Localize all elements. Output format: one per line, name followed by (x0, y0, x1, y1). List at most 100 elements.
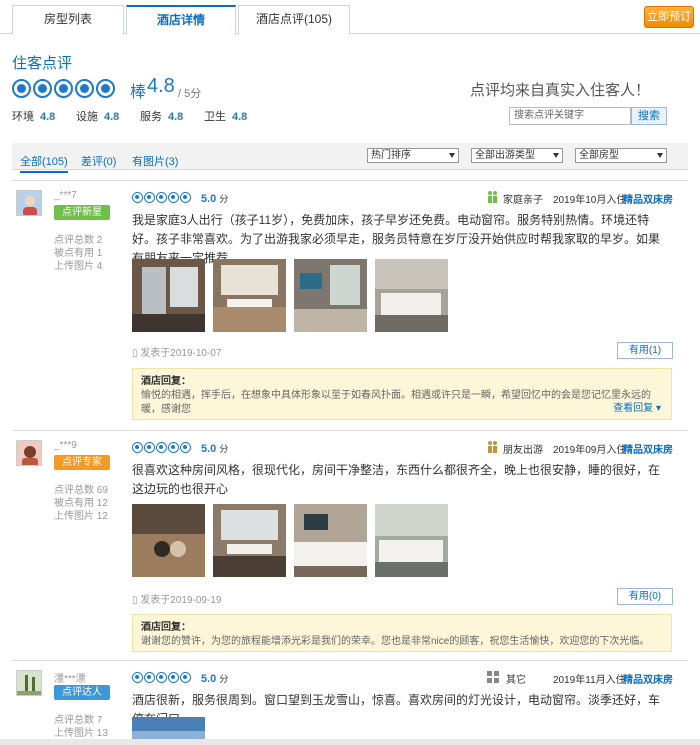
review-photo[interactable] (375, 259, 448, 332)
review-score: 5.0 分 (201, 673, 229, 685)
rating-circle-icon (96, 79, 115, 98)
avatar (16, 440, 42, 466)
stay-date: 2019年11月入住 (553, 675, 626, 686)
room-type-select[interactable]: 全部房型 (575, 148, 667, 163)
review-photo[interactable] (132, 259, 205, 332)
chevron-down-icon (553, 153, 559, 158)
trip-type: 朋友出游 (503, 445, 543, 456)
filter-tab-photos[interactable]: 有图片(3) (132, 153, 178, 169)
rating-circles (12, 79, 117, 99)
user-stats: 点评总数 7 上传图片 13 (54, 715, 108, 739)
rating-circle-icon (168, 442, 179, 453)
other-icon (487, 671, 499, 683)
rating-circle-icon (168, 672, 179, 683)
username: 漂***漂 (54, 674, 86, 685)
rating-circle-icon (180, 192, 191, 203)
review-photo[interactable] (375, 504, 448, 577)
tab-hotel-reviews[interactable]: 酒店点评(105) (238, 5, 350, 34)
sort-select[interactable]: 热门排序 (367, 148, 459, 163)
mobile-icon: ▯ (132, 348, 138, 359)
review-photo[interactable] (294, 259, 367, 332)
trip-type: 其它 (506, 675, 526, 686)
review-rating-circles (132, 442, 192, 455)
rating-circle-icon (144, 192, 155, 203)
review-search-input[interactable]: 搜索点评关键字 (509, 107, 631, 125)
review-content: 很喜欢这种房间风格，很现代化，房间干净整洁，东西什么都很齐全，晚上也很安静，睡的… (132, 463, 661, 496)
mobile-icon: ▯ (132, 595, 138, 606)
review-photo[interactable] (132, 717, 205, 740)
avatar (16, 190, 42, 216)
hotel-reply: 酒店回复： 谢谢您的赞许，为您的旅程能增添光彩是我们的荣幸。您也是非常nice的… (132, 614, 672, 652)
book-now-button[interactable]: 立即预订 (644, 6, 694, 28)
avatar (16, 670, 42, 696)
review-photo[interactable] (294, 504, 367, 577)
username: _***9 (54, 440, 77, 451)
review-item: 漂***漂 点评达人 点评总数 7 上传图片 13 5.0 分 其它 2019年11… (12, 660, 688, 740)
review-rating-circles (132, 672, 192, 685)
view-reply-link[interactable]: 查看回复 ▾ (613, 402, 661, 416)
user-badge: 点评新星 (54, 205, 110, 220)
rating-circle-icon (180, 672, 191, 683)
user-stats: 点评总数 2 被点有用 1 上传图片 4 (54, 235, 103, 272)
rating-circle-icon (54, 79, 73, 98)
stay-date: 2019年10月入住 (553, 195, 627, 206)
review-photos (132, 259, 452, 332)
rating-circle-icon (144, 442, 155, 453)
review-item: _***9 点评专家 点评总数 69 被点有用 12 上传图片 12 5.0 分 朋友… (12, 430, 688, 660)
rating-value: 4.8 (147, 75, 175, 97)
useful-button[interactable]: 有用(0) (617, 588, 673, 605)
review-score: 5.0 分 (201, 193, 229, 205)
posted-date: ▯ 发表于2019-09-19 (132, 595, 222, 606)
chevron-down-icon: ▾ (655, 403, 661, 414)
room-type[interactable]: 精品双床房 (623, 441, 673, 456)
tab-hotel-details[interactable]: 酒店详情 (126, 5, 236, 35)
rating-circle-icon (156, 442, 167, 453)
rating-circle-icon (144, 672, 155, 683)
filter-bar: 全部(105) 差评(0) 有图片(3) 热门排序 全部出游类型 全部房型 (12, 143, 688, 173)
search-button[interactable]: 搜索 (631, 107, 667, 125)
rating-circle-icon (168, 192, 179, 203)
rating-circle-icon (156, 192, 167, 203)
username: _***7 (54, 190, 77, 201)
section-title: 住客点评 (12, 55, 73, 72)
review-content: 酒店很新，服务很周到。窗口望到玉龙雪山，惊喜。喜欢房间的灯光设计，电动窗帘。淡季… (132, 693, 661, 726)
rating-circle-icon (75, 79, 94, 98)
review-rating-circles (132, 192, 192, 205)
room-type[interactable]: 精品双床房 (623, 671, 673, 686)
tab-bar: 房型列表 酒店详情 酒店点评(105) 立即预订 (0, 0, 700, 35)
rating-circle-icon (33, 79, 52, 98)
hotel-reply: 酒店回复： 愉悦的相遇，挥手后，在想象中具体形象以至于如春风扑面。相遇或许只是一… (132, 368, 672, 420)
rating-circle-icon (132, 192, 143, 203)
trip-type: 家庭亲子 (503, 195, 543, 206)
review-photo[interactable] (132, 504, 205, 577)
chevron-down-icon (449, 153, 455, 158)
rating-circle-icon (156, 672, 167, 683)
rating-circle-icon (12, 79, 31, 98)
trip-type-select[interactable]: 全部出游类型 (471, 148, 563, 163)
friends-icon (488, 441, 497, 453)
useful-button[interactable]: 有用(1) (617, 342, 673, 359)
user-stats: 点评总数 69 被点有用 12 上传图片 12 (54, 485, 108, 522)
room-type[interactable]: 精品双床房 (623, 191, 673, 206)
tab-room-list[interactable]: 房型列表 (12, 5, 124, 34)
rating-circle-icon (132, 672, 143, 683)
filter-tab-all[interactable]: 全部(105) (20, 153, 68, 173)
review-photo[interactable] (213, 504, 286, 577)
review-photo[interactable] (213, 259, 286, 332)
family-icon (488, 191, 497, 203)
review-item: _***7 点评新星 点评总数 2 被点有用 1 上传图片 4 5.0 分 家庭亲子 … (12, 180, 688, 430)
posted-date: ▯ 发表于2019-10-07 (132, 348, 222, 359)
chevron-down-icon (657, 153, 663, 158)
user-badge: 点评专家 (54, 455, 110, 470)
subscore-environment: 环境 4.8 (12, 111, 56, 123)
rating-circle-icon (132, 442, 143, 453)
filter-tab-negative[interactable]: 差评(0) (81, 153, 116, 169)
scroll-bottom-edge (0, 739, 700, 745)
subscore-facilities: 设施 4.8 (76, 111, 120, 123)
review-photos (132, 504, 452, 577)
subscore-service: 服务 4.8 (140, 111, 184, 123)
rating-max: / 5分 (178, 88, 202, 100)
stay-date: 2019年09月入住 (553, 445, 627, 456)
user-badge: 点评达人 (54, 685, 110, 700)
review-score: 5.0 分 (201, 443, 229, 455)
